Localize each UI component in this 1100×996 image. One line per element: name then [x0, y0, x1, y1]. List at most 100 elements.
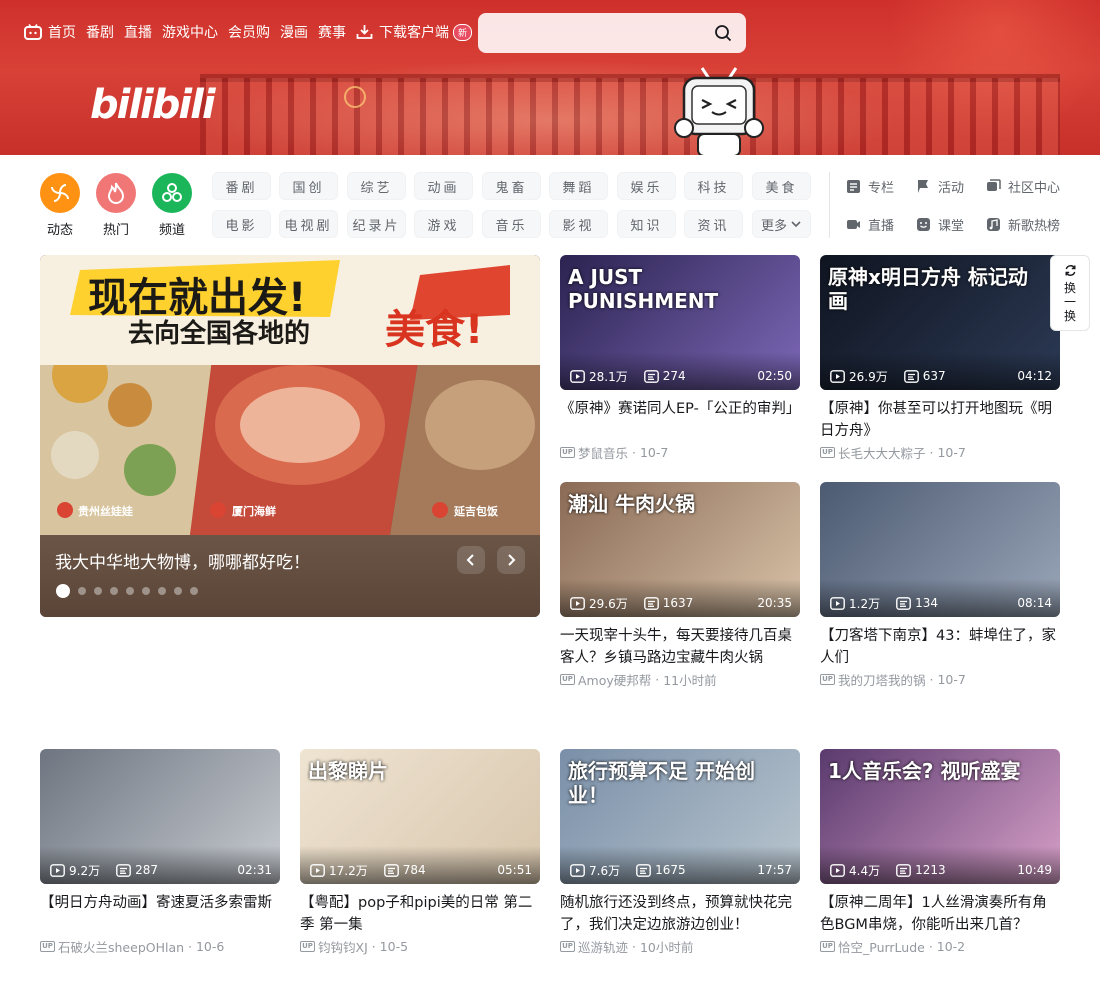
video-title[interactable]: 【刀客塔下南京】43：蚌埠住了，家人们 — [820, 625, 1060, 669]
refresh-button[interactable]: 换 一 换 — [1050, 255, 1090, 331]
video-thumbnail[interactable]: 出黎睇片 17.2万 784 05:51 — [300, 749, 540, 884]
channel-chip[interactable]: 电视剧 — [279, 210, 338, 238]
video-title[interactable]: 【原神二周年】1人丝滑演奏所有角色BGM串烧，你能听出来几首？ — [820, 892, 1060, 936]
danmaku-count-text: 1637 — [662, 596, 694, 610]
video-author[interactable]: 石破火兰sheepOHlan — [58, 937, 184, 956]
channel-chip[interactable]: 知识 — [617, 210, 676, 238]
channel-chip[interactable]: 资讯 — [684, 210, 743, 238]
carousel-dot[interactable] — [158, 587, 166, 595]
channel-chip[interactable]: 影视 — [549, 210, 608, 238]
video-author[interactable]: 巡游轨迹 — [578, 937, 628, 956]
video-thumbnail[interactable]: 9.2万 287 02:31 — [40, 749, 280, 884]
danmaku-count-text: 1213 — [915, 863, 946, 877]
carousel-dot[interactable] — [142, 587, 150, 595]
search-icon[interactable] — [714, 24, 732, 42]
channel-chip[interactable]: 舞蹈 — [549, 172, 608, 200]
nav-anime[interactable]: 番剧 — [86, 22, 114, 42]
channel-chip[interactable]: 游戏 — [414, 210, 473, 238]
video-card[interactable]: 旅行预算不足 开始创业！ 7.6万 1675 17:57 随机旅行还没到终点，预算就快花… — [560, 749, 800, 956]
channel-chip[interactable]: 鬼畜 — [482, 172, 541, 200]
carousel-dot[interactable] — [56, 584, 70, 598]
video-card[interactable]: A JUST PUNISHMENT 28.1万 274 02:50 《原神》赛诺同人EP… — [560, 255, 800, 462]
carousel-next-button[interactable] — [497, 546, 525, 574]
view-count-text: 9.2万 — [69, 863, 101, 878]
video-title[interactable]: 【粤配】pop子和pipi美的日常 第二季 第一集 — [300, 892, 540, 936]
video-thumbnail[interactable]: 1.2万 134 08:14 — [820, 482, 1060, 617]
video-duration: 04:12 — [1017, 369, 1052, 383]
refresh-label-3: 换 — [1063, 309, 1076, 323]
banner-carousel[interactable]: 现在就出发! 去向全国各地的 美食! 贵州丝娃娃 厦门海鲜 延吉包饭 我大中华地… — [40, 255, 540, 617]
channel-chip[interactable]: 音乐 — [482, 210, 541, 238]
video-card[interactable]: 1.2万 134 08:14 【刀客塔下南京】43：蚌埠住了，家人们 UP 我的刀塔我的锅… — [820, 482, 1060, 689]
nav-mall-label: 会员购 — [228, 25, 270, 41]
quick-channel[interactable]: 频道 — [152, 173, 192, 238]
more-channels-button[interactable]: 更多 — [752, 210, 811, 238]
video-duration: 02:50 — [757, 369, 792, 383]
carousel-dot[interactable] — [78, 587, 86, 595]
video-title[interactable]: 一天现宰十头牛，每天要接待几百桌客人？乡镇马路边宝藏牛肉火锅 — [560, 625, 800, 669]
video-title[interactable]: 【明日方舟动画】寄速夏活多索雷斯 — [40, 892, 280, 936]
video-stats: 26.9万 637 04:12 — [830, 368, 1052, 384]
bilibili-logo[interactable]: bilibili — [90, 82, 216, 128]
nav-mall[interactable]: 会员购 — [228, 22, 270, 42]
side-link-class[interactable]: 课堂 — [916, 210, 964, 238]
thumbnail-text: 旅行预算不足 开始创业！ — [568, 759, 755, 807]
view-count-text: 4.4万 — [849, 863, 881, 878]
channel-chip[interactable]: 美食 — [752, 172, 811, 200]
carousel-prev-button[interactable] — [457, 546, 485, 574]
nav-home[interactable]: 首页 — [24, 22, 76, 42]
video-card[interactable]: 原神x明日方舟 标记动画 26.9万 637 04:12 【原神】你甚至可以打开地图玩《… — [820, 255, 1060, 462]
video-author[interactable]: 恰空_PurrLude — [838, 937, 925, 956]
video-stats: 17.2万 784 05:51 — [310, 862, 532, 878]
side-link-community[interactable]: 社区中心 — [986, 172, 1060, 200]
search-input[interactable] — [490, 13, 700, 53]
video-card[interactable]: 潮汕 牛肉火锅 29.6万 1637 20:35 一天现宰十头牛，每天要接待几百桌客人？… — [560, 482, 800, 689]
video-card[interactable]: 出黎睇片 17.2万 784 05:51 【粤配】pop子和pipi美的日常 第二季 第… — [300, 749, 540, 956]
up-icon: UP — [40, 941, 55, 952]
carousel-dot[interactable] — [110, 587, 118, 595]
channel-chip[interactable]: 电影 — [212, 210, 271, 238]
video-thumbnail[interactable]: 潮汕 牛肉火锅 29.6万 1637 20:35 — [560, 482, 800, 617]
channel-chip[interactable]: 纪录片 — [347, 210, 406, 238]
side-link-live[interactable]: 直播 — [846, 210, 894, 238]
search-box[interactable] — [478, 13, 746, 53]
channel-chip[interactable]: 动画 — [414, 172, 473, 200]
nav-manga[interactable]: 漫画 — [280, 22, 308, 42]
video-card[interactable]: 9.2万 287 02:31 【明日方舟动画】寄速夏活多索雷斯 UP 石破火兰sheepO… — [40, 749, 280, 956]
thumbnail-text: 原神x明日方舟 标记动画 — [828, 265, 1028, 313]
quick-dynamic[interactable]: 动态 — [40, 173, 80, 238]
video-author[interactable]: Amoy硬邦帮 — [578, 670, 651, 689]
video-thumbnail[interactable]: 原神x明日方舟 标记动画 26.9万 637 04:12 — [820, 255, 1060, 390]
carousel-dot[interactable] — [94, 587, 102, 595]
carousel-dot[interactable] — [174, 587, 182, 595]
video-title[interactable]: 《原神》赛诺同人EP-「公正的审判」 — [560, 398, 800, 442]
carousel-dot[interactable] — [126, 587, 134, 595]
carousel-title[interactable]: 我大中华地大物博，哪哪都好吃！ — [55, 548, 310, 573]
nav-download[interactable]: 下载客户端 新 — [356, 22, 473, 42]
channel-chip[interactable]: 综艺 — [347, 172, 406, 200]
channel-chip[interactable]: 科技 — [684, 172, 743, 200]
nav-live[interactable]: 直播 — [124, 22, 152, 42]
side-link-activity[interactable]: 活动 — [916, 172, 964, 200]
video-author[interactable]: 长毛大大大粽子 — [838, 443, 926, 462]
channel-chip[interactable]: 娱乐 — [617, 172, 676, 200]
channel-chip[interactable]: 国创 — [279, 172, 338, 200]
video-card[interactable]: 1人音乐会? 视听盛宴 4.4万 1213 10:49 【原神二周年】1人丝滑演奏所有角… — [820, 749, 1060, 956]
video-thumbnail[interactable]: A JUST PUNISHMENT 28.1万 274 02:50 — [560, 255, 800, 390]
carousel-dot[interactable] — [190, 587, 198, 595]
nav-game-center[interactable]: 游戏中心 — [162, 22, 218, 42]
side-link-column[interactable]: 专栏 — [846, 172, 894, 200]
video-title[interactable]: 随机旅行还没到终点，预算就快花完了，我们决定边旅游边创业！ — [560, 892, 800, 936]
video-author[interactable]: 梦鼠音乐 — [578, 443, 628, 462]
video-thumbnail[interactable]: 旅行预算不足 开始创业！ 7.6万 1675 17:57 — [560, 749, 800, 884]
video-thumbnail[interactable]: 1人音乐会? 视听盛宴 4.4万 1213 10:49 — [820, 749, 1060, 884]
channel-chip[interactable]: 番剧 — [212, 172, 271, 200]
video-author[interactable]: 钧钩钧XJ — [318, 937, 368, 956]
video-author[interactable]: 我的刀塔我的锅 — [838, 670, 926, 689]
danmaku-count-text: 784 — [402, 863, 426, 877]
quick-hot[interactable]: 热门 — [96, 173, 136, 238]
refresh-icon — [1065, 265, 1075, 276]
nav-esports[interactable]: 赛事 — [318, 22, 346, 42]
side-link-music[interactable]: 新歌热榜 — [986, 210, 1060, 238]
video-title[interactable]: 【原神】你甚至可以打开地图玩《明日方舟》 — [820, 398, 1060, 442]
